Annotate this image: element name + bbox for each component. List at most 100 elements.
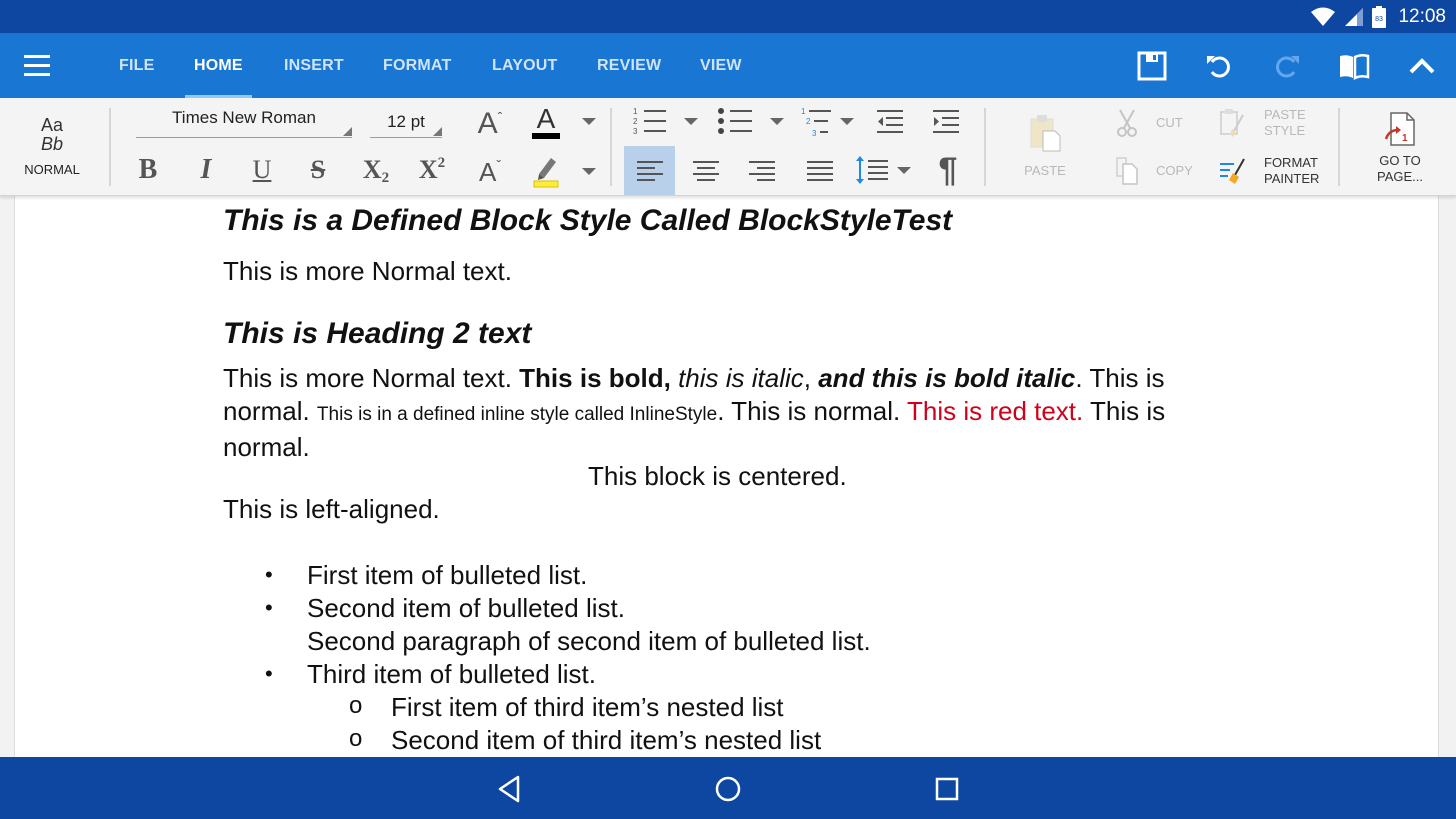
font-size-dropdown[interactable]: 12 pt: [370, 112, 442, 138]
clock: 12:08: [1398, 6, 1446, 27]
paste-icon: [1030, 115, 1061, 152]
italic-button[interactable]: I: [188, 150, 224, 190]
svg-text:3: 3: [633, 127, 638, 136]
font-color-button[interactable]: A: [526, 102, 566, 142]
go-to-page-button[interactable]: 1 GO TO PAGE...: [1360, 106, 1440, 190]
collapse-ribbon-icon[interactable]: [1406, 50, 1438, 82]
tab-file[interactable]: FILE: [119, 33, 154, 98]
multilevel-list-dropdown-arrow[interactable]: [840, 118, 854, 125]
undo-icon[interactable]: [1203, 50, 1235, 82]
hamburger-menu-icon[interactable]: [22, 51, 54, 81]
pilcrow-icon: ¶: [938, 150, 958, 189]
align-left-button[interactable]: [624, 146, 675, 195]
grow-font-button[interactable]: Aˆ: [470, 104, 510, 144]
increase-indent-icon[interactable]: [930, 108, 962, 136]
back-icon[interactable]: [494, 773, 526, 805]
font-name-dropdown[interactable]: Times New Roman: [136, 108, 352, 138]
normal-paragraph: This is more Normal text.: [223, 256, 512, 286]
paste-style-button[interactable]: PASTE STYLE: [1218, 104, 1328, 142]
underline-button[interactable]: U: [244, 150, 280, 190]
inline-style-text: This is in a defined inline style called…: [316, 404, 718, 425]
divider: [984, 108, 986, 186]
tab-home[interactable]: HOME: [185, 33, 252, 98]
paste-style-label-line1: PASTE: [1264, 107, 1306, 122]
divider: [109, 108, 111, 186]
show-formatting-marks-button[interactable]: ¶: [928, 148, 968, 192]
bold-button[interactable]: B: [130, 150, 166, 190]
format-painter-button[interactable]: FORMAT PAINTER: [1218, 152, 1328, 190]
justify-icon: [807, 160, 833, 181]
multilevel-list-icon[interactable]: 123: [800, 106, 836, 138]
redo-icon[interactable]: [1271, 50, 1303, 82]
format-painter-label-line2: PAINTER: [1264, 171, 1320, 186]
paste-style-icon: [1220, 109, 1244, 137]
copy-icon: [1116, 157, 1138, 185]
superscript-button[interactable]: X2: [412, 150, 452, 190]
underline-icon: U: [252, 155, 272, 184]
status-bar: 83 12:08: [0, 0, 1456, 33]
tab-format[interactable]: FORMAT: [383, 33, 451, 98]
highlight-button[interactable]: [526, 150, 566, 190]
font-size-value: 12 pt: [387, 112, 425, 131]
divider: [1338, 108, 1340, 186]
numbered-list-dropdown-arrow[interactable]: [684, 118, 698, 125]
font-color-icon: A: [536, 103, 556, 134]
shrink-font-icon: A: [478, 156, 497, 187]
line-spacing-button[interactable]: [852, 148, 892, 192]
italic-text: this is italic: [670, 363, 804, 393]
tab-view[interactable]: VIEW: [700, 33, 742, 98]
justify-button[interactable]: [796, 146, 844, 195]
line-spacing-dropdown-arrow[interactable]: [897, 167, 911, 174]
tab-review[interactable]: REVIEW: [597, 33, 661, 98]
app-bar: FILE HOME INSERT FORMAT LAYOUT REVIEW VI…: [0, 33, 1456, 98]
bulleted-list-dropdown-arrow[interactable]: [770, 118, 784, 125]
read-mode-icon[interactable]: [1338, 50, 1370, 82]
nested-list-item: First item of third item’s nested list: [391, 692, 784, 722]
signal-icon: [1345, 8, 1364, 26]
cut-button[interactable]: CUT: [1112, 106, 1192, 140]
highlight-dropdown-arrow[interactable]: [582, 168, 596, 175]
bullet-icon: •: [265, 562, 273, 587]
go-to-label-line1: GO TO: [1379, 153, 1421, 168]
font-color-swatch: [532, 133, 560, 139]
line-spacing-icon: [856, 156, 888, 184]
normal-text: . This is normal.: [717, 396, 907, 426]
bulleted-list-icon[interactable]: [716, 106, 758, 136]
align-center-button[interactable]: [682, 146, 730, 195]
ribbon-toolbar: Aa Bb NORMAL Times New Roman 12 pt Aˆ A …: [0, 98, 1456, 196]
superscript-icon: X: [418, 155, 438, 184]
align-right-icon: [749, 160, 775, 181]
format-painter-label-line1: FORMAT: [1264, 155, 1318, 170]
mixed-format-paragraph: This is more Normal text. This is bold, …: [223, 363, 1166, 462]
recents-icon[interactable]: [931, 773, 963, 805]
numbered-list-icon[interactable]: 123: [630, 106, 672, 136]
font-color-dropdown-arrow[interactable]: [582, 118, 596, 125]
format-painter-icon: [1220, 158, 1245, 184]
home-icon[interactable]: [712, 773, 744, 805]
save-icon[interactable]: [1136, 50, 1168, 82]
list-item: First item of bulleted list.: [307, 560, 588, 590]
strikethrough-button[interactable]: S: [300, 150, 336, 190]
paste-label: PASTE: [1024, 163, 1066, 178]
align-right-button[interactable]: [738, 146, 786, 195]
decrease-indent-icon[interactable]: [874, 108, 906, 136]
go-to-page-icon: 1: [1384, 112, 1415, 146]
strikethrough-icon: S: [310, 155, 326, 184]
italic-icon: I: [200, 154, 212, 185]
nested-bullet-icon: o: [349, 692, 363, 719]
tab-layout[interactable]: LAYOUT: [492, 33, 558, 98]
subscript-button[interactable]: X2: [356, 150, 396, 190]
paste-button[interactable]: PASTE: [1008, 106, 1082, 186]
style-gallery-button[interactable]: Aa Bb NORMAL: [10, 106, 94, 186]
left-aligned-paragraph: This is left-aligned.: [223, 494, 440, 524]
paste-style-label-line2: STYLE: [1264, 123, 1306, 138]
divider: [610, 108, 612, 186]
shrink-font-button[interactable]: Aˇ: [470, 152, 510, 192]
tab-insert[interactable]: INSERT: [284, 33, 344, 98]
document-scroll-area[interactable]: This is a Defined Block Style Called Blo…: [0, 196, 1456, 757]
bold-text: This is bold,: [519, 363, 671, 393]
bullet-icon: •: [265, 595, 273, 620]
copy-button[interactable]: COPY: [1112, 154, 1202, 188]
align-left-icon: [636, 160, 663, 181]
svg-text:1: 1: [633, 107, 638, 116]
